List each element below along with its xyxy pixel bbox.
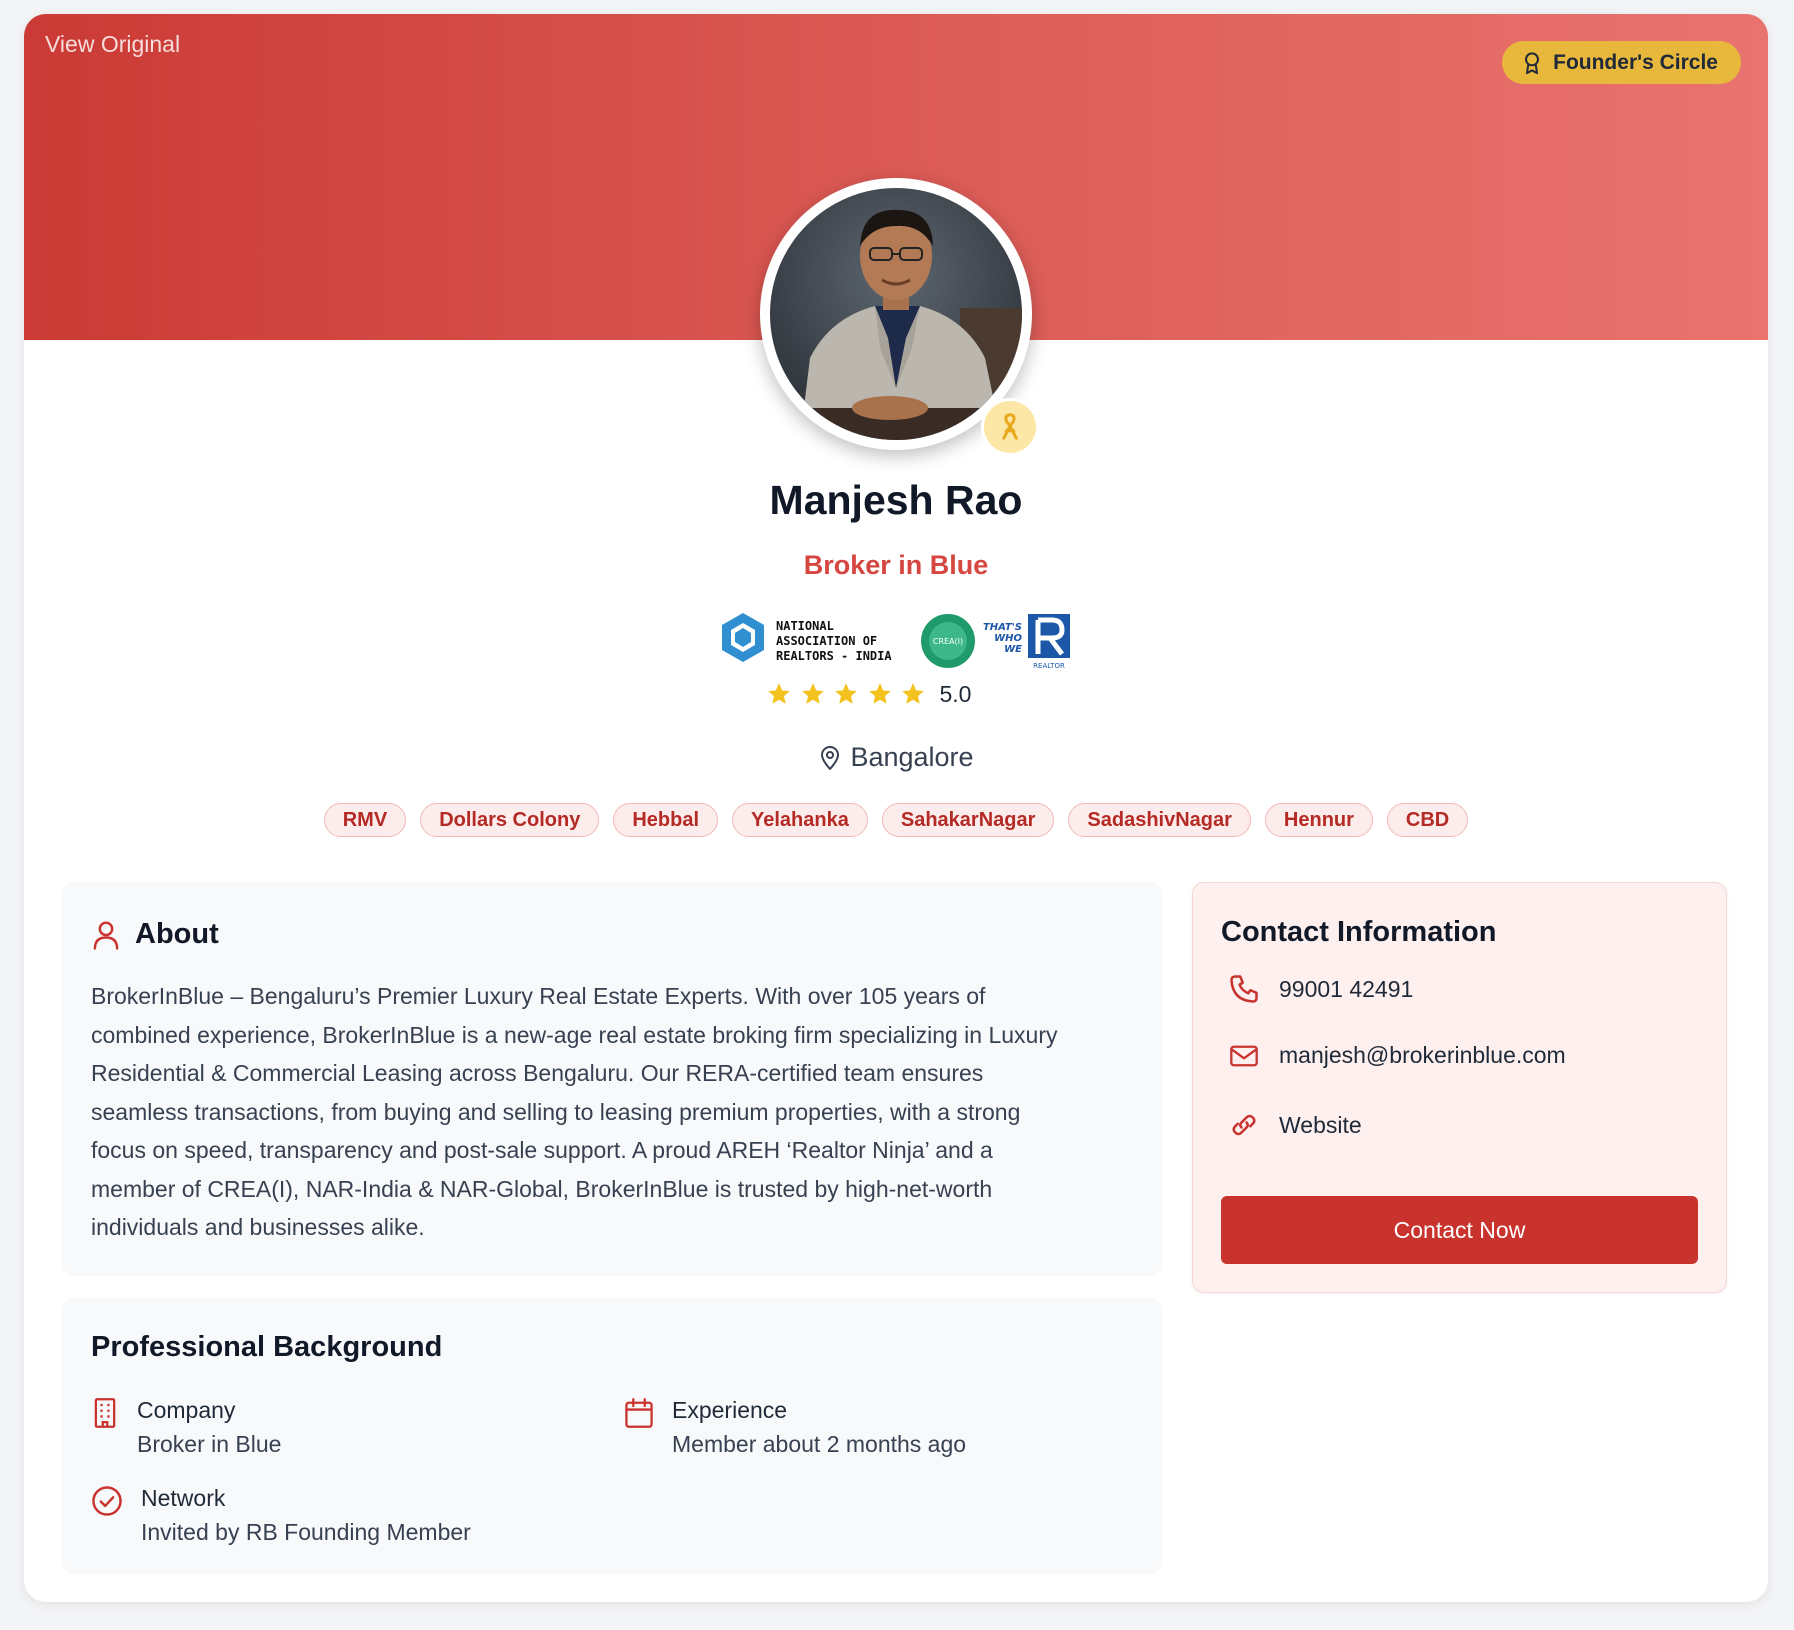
professional-title: Professional Background [91,1331,443,1363]
network-value: Invited by RB Founding Member [141,1519,471,1545]
about-line: seamless transactions, from buying and s… [91,1098,1021,1125]
area-tag: SahakarNagar [881,803,1055,837]
about-line: Residential & Commercial Leasing across … [91,1060,984,1086]
calendar-icon [625,1398,653,1428]
award-icon [1525,51,1540,74]
rating-value: 5.0 [939,680,972,707]
about-line: combined experience, BrokerInBlue is a n… [91,1021,1058,1048]
realtor-logo: THAT'S WHO WE REALTOR [983,614,1070,670]
location-label: Bangalore [850,742,974,772]
area-tag: CBD [1386,803,1469,837]
realtor-tag-1: THAT'S [983,622,1022,633]
profile-name: Manjesh Rao [769,477,1023,523]
area-tag: SadashivNagar [1068,803,1251,837]
nar-line-1: NATIONAL [776,619,834,633]
area-tag: RMV [323,803,407,837]
star-icon [801,683,824,704]
building-icon [94,1398,116,1428]
area-tag: Hennur [1264,803,1373,837]
crea-logo: CREA(I) [921,614,975,668]
company-value: Broker in Blue [137,1431,282,1457]
network-label: Network [141,1485,226,1511]
avatar-photo [770,188,1022,440]
about-text: BrokerInBlue – Bengaluru’s Premier Luxur… [91,977,1141,1247]
email-address[interactable]: manjesh@brokerinblue.com [1279,1042,1566,1069]
realtor-tag-2: WHO [994,633,1022,644]
experience-item: Experience Member about 2 months ago [624,1393,966,1461]
profile-card: View Original Founder's Circle Manjesh R… [24,14,1768,1602]
company-label: Company [137,1397,236,1423]
about-header: About [91,918,219,951]
contact-email[interactable]: manjesh@brokerinblue.com [1229,1042,1566,1069]
company-item: Company Broker in Blue [91,1393,281,1461]
profile-company: Broker in Blue [803,550,989,580]
view-original-link[interactable]: View Original [45,31,180,58]
location: Bangalore [24,742,1768,773]
website-link[interactable]: Website [1279,1112,1362,1139]
mail-icon [1230,1045,1258,1066]
professional-panel: Professional Background Company Broker i… [63,1298,1161,1572]
contact-panel: Contact Information 99001 42491 manjesh@… [1192,882,1727,1293]
area-tag: Yelahanka [732,803,868,837]
contact-website[interactable]: Website [1229,1110,1362,1140]
area-tag: Hebbal [613,803,719,837]
founder-ribbon-badge [981,398,1039,456]
about-line: member of CREA(I), NAR-India & NAR-Globa… [91,1175,993,1202]
link-icon [1232,1114,1256,1136]
phone-icon [1230,975,1258,1003]
about-line: individuals and businesses alike. [91,1214,425,1240]
founders-circle-badge: Founder's Circle [1502,41,1741,84]
phone-number[interactable]: 99001 42491 [1279,976,1413,1003]
network-item: Network Invited by RB Founding Member [91,1481,471,1549]
check-circle-icon [92,1486,122,1516]
contact-title: Contact Information [1221,916,1497,948]
area-tag: Dollars Colony [420,803,600,837]
star-icon [902,683,924,704]
founders-circle-label: Founder's Circle [1553,50,1718,74]
about-line: focus on speed, transparency and post-sa… [91,1137,993,1163]
rating: 5.0 [766,677,971,711]
area-tags: RMV Dollars Colony Hebbal Yelahanka Saha… [24,803,1768,837]
user-icon [93,920,119,950]
star-icon [835,683,857,704]
contact-now-button[interactable]: Contact Now [1221,1196,1698,1264]
star-icon [868,683,891,704]
realtor-word: REALTOR [1033,662,1065,670]
affiliation-logos: NATIONAL ASSOCIATION OF REALTORS - INDIA… [722,613,1070,670]
map-pin-icon [821,745,840,770]
ribbon-icon [1002,413,1018,440]
crea-label: CREA(I) [933,637,963,646]
star-icon [768,683,790,704]
experience-label: Experience [672,1397,788,1423]
nar-india-logo: NATIONAL ASSOCIATION OF REALTORS - INDIA [722,613,892,663]
about-title: About [135,918,219,950]
about-panel: About BrokerInBlue – Bengaluru’s Premier… [63,882,1161,1274]
contact-phone[interactable]: 99001 42491 [1229,974,1413,1004]
nar-line-3: REALTORS - INDIA [776,649,892,663]
experience-value: Member about 2 months ago [672,1431,967,1457]
about-line: BrokerInBlue – Bengaluru’s Premier Luxur… [91,983,986,1009]
nar-line-2: ASSOCIATION OF [776,634,877,648]
realtor-tag-3: WE [1004,644,1022,655]
